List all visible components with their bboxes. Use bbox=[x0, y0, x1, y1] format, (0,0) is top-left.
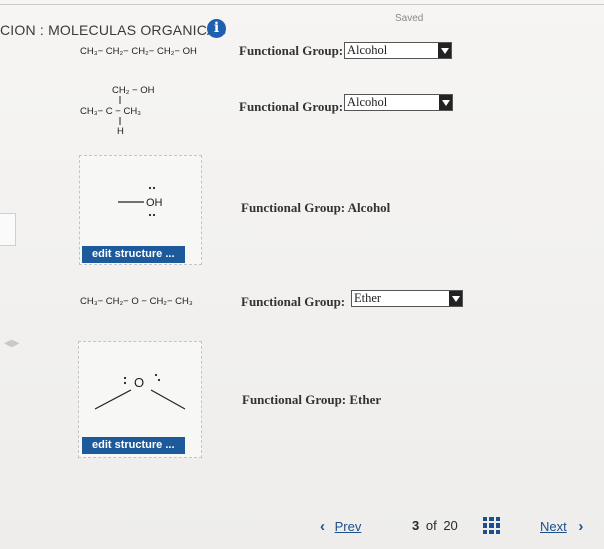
q2-select-value: Alcohol bbox=[345, 95, 440, 110]
page-indicator: 3 of 20 bbox=[412, 518, 458, 533]
prev-label: Prev bbox=[334, 519, 362, 534]
lone-pair-dot bbox=[148, 186, 152, 190]
lone-pair-dot bbox=[148, 213, 152, 217]
current-page: 3 bbox=[412, 518, 420, 533]
next-label: Next bbox=[540, 519, 567, 534]
prev-link[interactable]: ‹ Prev bbox=[320, 518, 361, 535]
q3-label: Functional Group: Alcohol bbox=[241, 200, 391, 215]
q3-edit-structure-button[interactable]: edit structure ... bbox=[82, 246, 185, 263]
q5-label: Functional Group: Ether bbox=[242, 392, 382, 407]
lone-pair-dot bbox=[152, 213, 156, 217]
q2-label: Functional Group: bbox=[239, 99, 344, 114]
chevron-right-icon: › bbox=[578, 518, 584, 535]
grid-icon[interactable] bbox=[483, 517, 500, 534]
chevron-down-icon bbox=[449, 291, 462, 306]
q2-select[interactable]: Alcohol bbox=[344, 94, 453, 111]
page: Saved CION : MOLECULAS ORGANICAS i ◀▶ CH… bbox=[0, 0, 604, 549]
q4-select-value: Ether bbox=[352, 291, 450, 306]
chevron-left-icon: ‹ bbox=[320, 518, 325, 535]
q3-oh-label: OH bbox=[146, 197, 163, 209]
q4-formula: CH₃− CH₂− O − CH₂− CH₃ bbox=[80, 296, 193, 307]
total-pages: 20 bbox=[443, 518, 458, 533]
lone-pair-dot bbox=[123, 381, 127, 385]
chevron-down-icon bbox=[439, 95, 452, 110]
bond-line bbox=[150, 389, 186, 410]
lone-pair-dot bbox=[157, 378, 161, 382]
lone-pair-dot bbox=[152, 186, 156, 190]
page-of: of bbox=[425, 518, 437, 533]
q5-o-label: O bbox=[134, 375, 144, 390]
lone-pair-dot bbox=[123, 376, 127, 380]
bond-line bbox=[94, 389, 132, 410]
q4-select[interactable]: Ether bbox=[351, 290, 463, 307]
next-link[interactable]: Next › bbox=[540, 518, 583, 535]
q2-bonds bbox=[119, 96, 121, 125]
q4-label: Functional Group: bbox=[241, 294, 346, 309]
q5-edit-structure-button[interactable]: edit structure ... bbox=[82, 437, 185, 454]
lone-pair-dot bbox=[154, 373, 158, 377]
